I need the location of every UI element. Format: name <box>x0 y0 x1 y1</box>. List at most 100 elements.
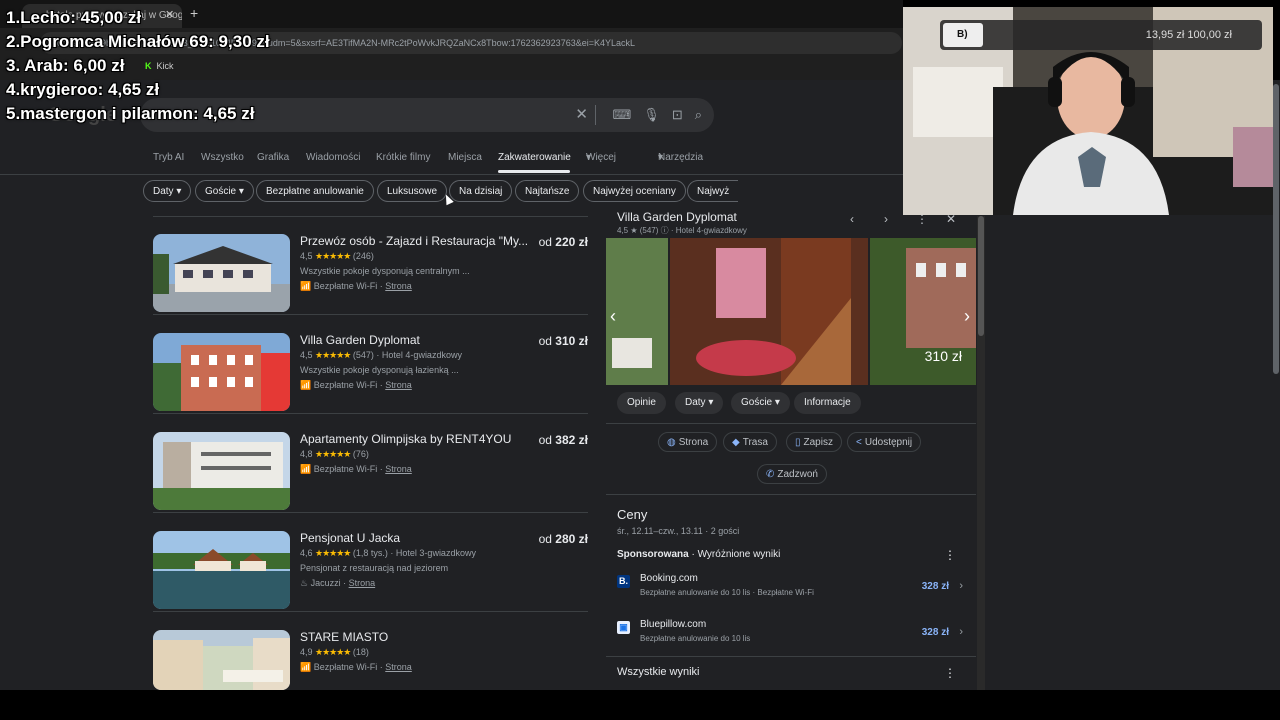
tab-short-videos[interactable]: Krótkie filmy <box>376 152 430 163</box>
more-options-icon[interactable]: ⋮ <box>944 666 956 680</box>
hotel-name[interactable]: STARE MIASTO <box>300 630 388 644</box>
tab-info[interactable]: Informacje <box>794 392 861 414</box>
panel-scroll-thumb[interactable] <box>978 216 984 336</box>
gallery-next-icon[interactable]: › <box>964 306 970 327</box>
review-count: (76) <box>352 449 369 459</box>
filter-tonight[interactable]: Na dzisiaj <box>449 180 513 202</box>
hotel-amenities: 📶 Bezpłatne Wi-Fi · Strona <box>300 281 412 291</box>
previous-icon[interactable]: ‹ <box>850 212 854 226</box>
provider-note: Bezpłatne anulowanie do 10 lis · Bezpłat… <box>640 588 814 597</box>
new-tab-icon[interactable]: + <box>190 5 198 21</box>
wifi-icon: 📶 <box>300 464 312 474</box>
leaderboard-entry: 4.krygieroo: 4,65 zł <box>6 80 160 99</box>
share-button[interactable]: < Udostępnij <box>847 432 922 452</box>
panel-divider <box>606 494 976 495</box>
hotel-name[interactable]: Pensjonat U Jacka <box>300 531 400 545</box>
provider-note: Bezpłatne anulowanie do 10 lis <box>640 634 751 643</box>
search-icon[interactable]: ⌕ <box>695 107 702 123</box>
sponsored-heading: Sponsorowana · Wyróżnione wyniki <box>617 549 780 560</box>
tab-guests[interactable]: Goście ▾ <box>731 392 790 414</box>
hotel-name[interactable]: Villa Garden Dyplomat <box>300 333 420 347</box>
tab-reviews[interactable]: Opinie <box>617 392 666 414</box>
hotel-description: Wszystkie pokoje dysponują centralnym ..… <box>300 266 470 276</box>
website-link[interactable]: Strona <box>385 464 412 474</box>
hotel-name[interactable]: Przewóz osób - Zajazd i Restauracja "My.… <box>300 234 528 248</box>
hotel-result[interactable]: Villa Garden Dyplomat od 310 zł 4,5 ★★★★… <box>153 315 593 414</box>
all-results-heading[interactable]: Wszystkie wyniki <box>617 666 700 678</box>
provider-row[interactable]: B. Booking.com Bezpłatne anulowanie do 1… <box>617 573 967 605</box>
call-button[interactable]: ✆ Zadzwoń <box>757 464 827 484</box>
hotel-photo[interactable] <box>153 630 290 690</box>
hotel-result[interactable]: Apartamenty Olimpijska by RENT4YOU od 38… <box>153 414 593 513</box>
rating-value: 4,6 <box>300 548 313 558</box>
hotel-result[interactable]: Pensjonat U Jacka od 280 zł 4,6 ★★★★★ (1… <box>153 513 593 612</box>
tab-all[interactable]: Wszystko <box>201 152 244 163</box>
hotel-rating: 4,5 ★★★★★ (547) · Hotel 4-gwiazdkowy <box>300 350 462 361</box>
chevron-down-icon: ▾ <box>586 152 592 163</box>
rating-value: 4,5 <box>300 251 313 261</box>
hotel-result[interactable]: Przewóz osób - Zajazd i Restauracja "My.… <box>153 216 593 315</box>
sponsored-label: Sponsorowana <box>617 549 689 560</box>
filter-free-cancellation[interactable]: Bezpłatne anulowanie <box>256 180 374 202</box>
hotel-photo[interactable] <box>153 531 290 609</box>
phone-icon: ✆ <box>766 469 775 480</box>
price-prefix: od <box>538 532 552 546</box>
website-button[interactable]: ◍ Strona <box>658 432 718 452</box>
page-scroll-thumb[interactable] <box>1273 84 1279 374</box>
tab-accommodation[interactable]: Zakwaterowanie <box>498 152 571 163</box>
save-button[interactable]: ▯ Zapisz <box>786 432 842 452</box>
next-icon[interactable]: › <box>884 212 888 226</box>
hotel-photo[interactable] <box>153 234 290 312</box>
filter-dates[interactable]: Daty ▾ <box>143 180 192 202</box>
hotel-rating: 4,8 ★★★★★ (76) <box>300 449 369 460</box>
hotel-photo[interactable] <box>153 432 290 510</box>
clear-search-icon[interactable]: ✕ <box>575 105 588 123</box>
tab-dates[interactable]: Daty ▾ <box>675 392 724 414</box>
provider-row[interactable]: ▣ Bluepillow.com Bezpłatne anulowanie do… <box>617 619 967 651</box>
page-scrollbar[interactable] <box>1272 80 1280 690</box>
provider-name: Booking.com <box>640 573 698 584</box>
filter-highest[interactable]: Najwyż <box>687 180 739 202</box>
hotel-description: Pensjonat z restauracją nad jeziorem <box>300 563 449 573</box>
stay-dates[interactable]: śr., 12.11–czw., 13.11 · 2 gości <box>617 526 739 536</box>
share-label: Udostępnij <box>864 437 913 448</box>
price-value: 220 zł <box>555 235 588 249</box>
filter-guests[interactable]: Goście ▾ <box>195 180 254 202</box>
hotel-name[interactable]: Apartamenty Olimpijska by RENT4YOU <box>300 432 511 446</box>
filter-luxury[interactable]: Luksusowe <box>377 180 448 202</box>
goal-bar: B) 13,95 zł 100,00 zł <box>940 20 1262 50</box>
website-link[interactable]: Strona <box>385 380 412 390</box>
gallery-prev-icon[interactable]: ‹ <box>610 306 616 327</box>
filter-cheapest[interactable]: Najtańsze <box>515 180 580 202</box>
hotel-result[interactable]: STARE MIASTO 4,9 ★★★★★ (18) 📶 Bezpłatne … <box>153 612 593 690</box>
bluepillow-logo-icon: ▣ <box>617 621 630 634</box>
website-link[interactable]: Strona <box>349 578 376 588</box>
hotel-description: Wszystkie pokoje dysponują łazienką ... <box>300 365 459 375</box>
hotel-photo[interactable] <box>153 333 290 411</box>
tab-ai-mode[interactable]: Tryb AI <box>153 152 184 163</box>
filter-top-rated[interactable]: Najwyżej oceniany <box>583 180 686 202</box>
keyboard-icon[interactable]: ⌨ <box>613 107 632 123</box>
more-options-icon[interactable]: ⋮ <box>944 548 956 562</box>
website-link[interactable]: Strona <box>385 281 412 291</box>
bookmark-kick[interactable]: K Kick <box>145 61 174 71</box>
microphone-icon[interactable]: 🎙 <box>643 107 660 123</box>
close-tab-icon[interactable]: ✕ <box>165 8 174 21</box>
website-link[interactable]: Strona <box>385 662 412 672</box>
chevron-right-icon: › <box>959 580 963 592</box>
directions-icon: ◆ <box>732 437 740 448</box>
leaderboard-entry: 1.Lecho: 45,00 zł <box>6 8 142 27</box>
active-tab-indicator <box>498 170 570 173</box>
amenity-label: Bezpłatne Wi-Fi <box>313 464 378 474</box>
hotel-amenities: 📶 Bezpłatne Wi-Fi · Strona <box>300 464 412 474</box>
panel-scrollbar[interactable] <box>977 216 985 690</box>
tab-news[interactable]: Wiadomości <box>306 152 360 163</box>
tab-tools-label: Narzędzia <box>658 152 704 163</box>
tab-images[interactable]: Grafika <box>257 152 289 163</box>
lens-icon[interactable]: ⊡ <box>672 107 683 123</box>
search-tools: ⌨ 🎙 ⊡ ⌕ <box>613 107 702 123</box>
photo-gallery[interactable]: ‹ › 310 zł <box>606 238 976 385</box>
review-count: (547) <box>352 350 374 360</box>
tab-places[interactable]: Miejsca <box>448 152 482 163</box>
directions-button[interactable]: ◆ Trasa <box>723 432 777 452</box>
